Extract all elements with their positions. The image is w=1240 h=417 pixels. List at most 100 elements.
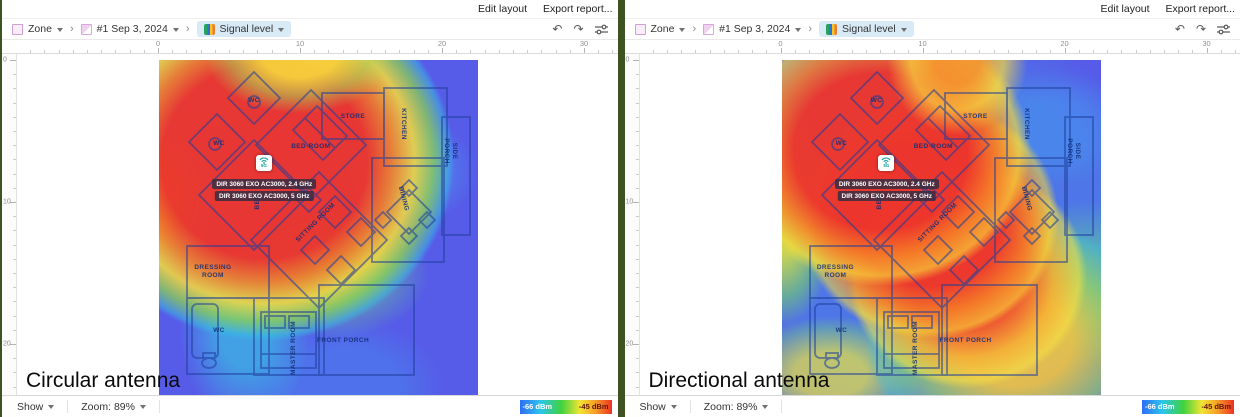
top-link-bar: Edit layout Export report... [2, 0, 618, 18]
scale-min-label: -66 dBm [1145, 402, 1175, 411]
map-canvas[interactable]: WC WC BED-ROOM STORE KITCHEN SIDE PORCH DINING… [17, 54, 618, 395]
chevron-down-icon [48, 405, 55, 409]
zone-icon [12, 23, 23, 35]
v-ruler: 0 10 20 [2, 54, 17, 395]
scale-max-label: -45 dBm [578, 402, 609, 411]
zone-dropdown[interactable]: Zone [634, 23, 686, 35]
scale-max-label: -45 dBm [1201, 402, 1231, 411]
room-label: SITTING ROOM [917, 201, 960, 244]
access-point-marker[interactable]: 5G [878, 155, 895, 172]
zoom-dropdown[interactable]: Zoom: 89% [76, 401, 151, 413]
panel: Edit layout Export report... Zone › #1 S… [624, 0, 1240, 417]
zone-icon [634, 23, 646, 35]
snapshot-label: #1 Sep 3, 2024 [719, 23, 791, 35]
room-label: WC [835, 140, 848, 148]
status-bar: Show Zoom: 89% -66 dBm -45 dBm [624, 395, 1240, 417]
breadcrumb-separator: › [69, 23, 74, 35]
survey-map: WC WC BED-ROOM STORE KITCHEN SIDE PORCH DINING… [159, 60, 478, 395]
show-label: Show [17, 400, 44, 413]
show-dropdown[interactable]: Show [635, 401, 682, 413]
toolbar: Zone › #1 Sep 3, 2024 › Signal level ↶ ↷ [2, 18, 618, 40]
room-label: DRESSING ROOM [194, 263, 232, 279]
room-label: SIDE PORCH [1065, 138, 1081, 164]
chevron-down-icon [795, 27, 802, 32]
signal-scale-legend: -66 dBm -45 dBm [519, 399, 612, 414]
v-ruler: 0 10 20 [624, 54, 640, 395]
breadcrumb: Zone › #1 Sep 3, 2024 › Signal level [12, 21, 292, 37]
h-ruler: 0 10 20 30 [624, 40, 1240, 54]
chevron-down-icon [139, 405, 146, 409]
room-label: MASTER ROOM [289, 321, 297, 375]
chevron-down-icon [679, 27, 686, 32]
redo-button[interactable]: ↷ [1196, 23, 1206, 35]
room-label: WC [835, 327, 848, 334]
panel-caption: Directional antenna [648, 369, 830, 392]
chevron-down-icon [172, 27, 179, 32]
room-label: BED-ROOM [913, 142, 953, 150]
room-label: WC [213, 327, 225, 334]
map-row: 0 10 20 WC WC BED-ROOM STORE KITCHEN SID… [624, 54, 1240, 395]
display-settings-icon[interactable] [1217, 24, 1230, 35]
visualization-label: Signal level [219, 23, 274, 35]
panel: Edit layout Export report... Zone › #1 S… [2, 0, 618, 417]
status-divider [689, 400, 691, 413]
chevron-down-icon [900, 27, 907, 32]
show-label: Show [639, 400, 666, 413]
status-bar: Show Zoom: 89% -66 dBm -45 dBm [2, 395, 618, 417]
room-label: WC [870, 96, 883, 104]
app-root: Edit layout Export report... Zone › #1 S… [0, 0, 1240, 417]
edit-layout-link[interactable]: Edit layout [1101, 3, 1150, 15]
edit-layout-link[interactable]: Edit layout [478, 3, 527, 15]
undo-button[interactable]: ↶ [552, 23, 562, 35]
redo-button[interactable]: ↷ [573, 23, 583, 35]
zone-dropdown[interactable]: Zone [12, 23, 63, 35]
ap-band-badge: 5G [883, 163, 890, 169]
room-label: STORE [340, 113, 366, 121]
room-label: SITTING ROOM [294, 201, 337, 244]
snapshot-dropdown[interactable]: #1 Sep 3, 2024 [703, 23, 802, 35]
breadcrumb-separator: › [185, 23, 190, 35]
chevron-down-icon [670, 405, 677, 409]
room-label: WC [213, 140, 225, 148]
room-label: DRESSING ROOM [816, 263, 854, 279]
room-label: MASTER ROOM [912, 321, 920, 375]
status-divider [67, 400, 69, 413]
history-controls: ↶ ↷ [1175, 23, 1230, 35]
room-label: SIDE PORCH [443, 138, 459, 164]
history-controls: ↶ ↷ [552, 23, 608, 35]
ap-label-5ghz: DIR 3060 EXO AC3000, 5 GHz [215, 191, 314, 202]
chevron-down-icon [56, 27, 63, 32]
visualization-dropdown[interactable]: Signal level [196, 21, 292, 37]
chevron-down-icon [278, 27, 285, 32]
ap-band-badge: 5G [260, 163, 267, 169]
show-dropdown[interactable]: Show [12, 401, 59, 413]
export-report-link[interactable]: Export report... [1166, 3, 1235, 15]
room-label: DINING [1019, 185, 1033, 212]
room-label: KITCHEN [1022, 108, 1030, 141]
toolbar: Zone › #1 Sep 3, 2024 › Signal level ↶ ↷ [624, 18, 1240, 40]
visualization-dropdown[interactable]: Signal level [819, 21, 914, 37]
room-label: DINING [396, 185, 411, 212]
export-report-link[interactable]: Export report... [543, 3, 612, 15]
zoom-dropdown[interactable]: Zoom: 89% [699, 401, 774, 413]
room-label: FRONT PORCH [939, 336, 992, 344]
signal-level-icon [203, 23, 215, 35]
map-row: 0 10 20 WC WC BED-ROOM STORE KITCHEN SID… [2, 54, 618, 395]
chevron-down-icon [762, 405, 769, 409]
undo-button[interactable]: ↶ [1175, 23, 1185, 35]
snapshot-dropdown[interactable]: #1 Sep 3, 2024 [80, 23, 179, 35]
map-canvas[interactable]: WC WC BED-ROOM STORE KITCHEN SIDE PORCH DINING… [639, 54, 1240, 395]
zone-label: Zone [650, 23, 675, 35]
room-label: FRONT PORCH [317, 336, 370, 344]
floorplan-labels-layer: WC WC BED-ROOM STORE KITCHEN SIDE PORCH DINING… [159, 60, 478, 395]
signal-level-icon [826, 23, 838, 35]
room-label: KITCHEN [400, 108, 408, 141]
floorplan-labels-layer: WC WC BED-ROOM STORE KITCHEN SIDE PORCH DINING… [782, 60, 1101, 395]
ap-label-24ghz: DIR 3060 EXO AC3000, 2.4 GHz [212, 179, 317, 190]
display-settings-icon[interactable] [594, 24, 608, 35]
zoom-label: Zoom: 89% [703, 400, 758, 413]
scale-min-label: -66 dBm [522, 402, 553, 411]
snapshot-icon [703, 23, 715, 35]
access-point-marker[interactable]: 5G [255, 155, 272, 172]
snapshot-icon [80, 23, 92, 35]
